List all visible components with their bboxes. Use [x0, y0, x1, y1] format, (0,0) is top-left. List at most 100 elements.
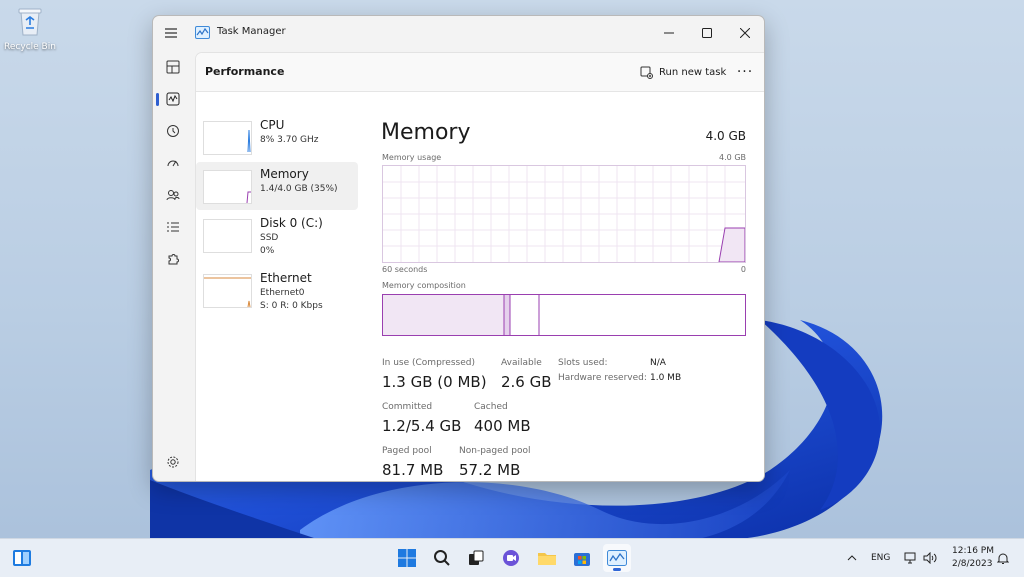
close-button[interactable]	[726, 16, 764, 50]
disk-mini-graph	[203, 219, 252, 253]
bell-icon	[997, 553, 1009, 564]
clock-date[interactable]: 2/8/2023	[952, 559, 992, 569]
nav-startup-apps[interactable]	[156, 150, 190, 176]
device-name: CPU	[260, 118, 285, 132]
volume-button[interactable]	[918, 544, 942, 572]
non-paged-pool-value: 57.2 MB	[459, 461, 521, 479]
language-indicator[interactable]: ENG	[871, 553, 890, 563]
store-button[interactable]	[568, 544, 596, 572]
show-hidden-icons-button[interactable]	[840, 544, 864, 572]
device-item-ethernet[interactable]: Ethernet Ethernet0 S: 0 R: 0 Kbps	[196, 266, 358, 314]
in-use-value: 1.3 GB (0 MB)	[382, 373, 487, 391]
device-name: Memory	[260, 167, 309, 181]
memory-composition-chart	[383, 295, 540, 335]
memory-total: 4.0 GB	[705, 129, 746, 143]
cpu-sparkline	[247, 129, 251, 153]
device-name: Disk 0 (C:)	[260, 216, 323, 230]
file-explorer-button[interactable]	[533, 544, 561, 572]
windows-logo-icon	[398, 549, 416, 567]
composition-modified	[504, 295, 510, 335]
cpu-mini-graph	[203, 121, 252, 155]
device-detail: SSD	[260, 233, 279, 243]
device-item-memory[interactable]: Memory 1.4/4.0 GB (35%)	[196, 162, 358, 210]
committed-value: 1.2/5.4 GB	[382, 417, 462, 435]
chat-icon	[503, 550, 519, 566]
window-title: Task Manager	[217, 26, 286, 37]
slots-used-label: Slots used:	[558, 358, 608, 368]
widgets-button[interactable]	[8, 544, 36, 572]
memory-composition-label: Memory composition	[382, 281, 466, 290]
device-item-cpu[interactable]: CPU 8% 3.70 GHz	[196, 113, 358, 161]
device-detail: 1.4/4.0 GB (35%)	[260, 184, 338, 194]
device-detail: Ethernet0	[260, 288, 305, 298]
details-list-icon	[167, 222, 179, 232]
hamburger-menu-icon[interactable]	[163, 25, 179, 41]
panel-header: Performance Run new task ···	[196, 53, 764, 92]
device-detail: 8% 3.70 GHz	[260, 135, 319, 145]
non-paged-pool-label: Non-paged pool	[459, 446, 531, 456]
cached-label: Cached	[474, 402, 508, 412]
hardware-reserved-value: 1.0 MB	[650, 373, 682, 383]
minimize-icon	[664, 32, 674, 34]
available-label: Available	[501, 358, 542, 368]
nav-settings[interactable]	[156, 449, 190, 475]
cached-value: 400 MB	[474, 417, 531, 435]
recycle-bin-label: Recycle Bin	[4, 42, 56, 52]
memory-mini-graph	[203, 170, 252, 204]
nav-services[interactable]	[156, 246, 190, 272]
notifications-button[interactable]	[992, 544, 1014, 572]
performance-panel: Performance Run new task ··· CPU 8% 3.70…	[195, 52, 764, 481]
run-new-task-label: Run new task	[659, 66, 727, 78]
widgets-icon	[13, 550, 31, 566]
hardware-reserved-label: Hardware reserved:	[558, 373, 647, 383]
nav-users[interactable]	[156, 182, 190, 208]
search-icon	[434, 550, 450, 566]
start-button[interactable]	[393, 544, 421, 572]
device-name: Ethernet	[260, 271, 312, 285]
clock-time[interactable]: 12:16 PM	[952, 546, 994, 556]
navigation-rail	[153, 50, 195, 481]
run-task-icon	[640, 66, 653, 79]
nav-app-history[interactable]	[156, 118, 190, 144]
recycle-bin-desktop-icon[interactable]: Recycle Bin	[4, 6, 56, 52]
chevron-up-icon	[847, 555, 857, 561]
maximize-button[interactable]	[688, 16, 726, 50]
title-bar[interactable]: Task Manager	[153, 16, 764, 50]
search-button[interactable]	[428, 544, 456, 572]
nav-details[interactable]	[156, 214, 190, 240]
time-axis-left: 60 seconds	[382, 265, 428, 274]
device-item-disk[interactable]: Disk 0 (C:) SSD 0%	[196, 211, 358, 259]
task-manager-app-icon	[195, 26, 210, 39]
task-manager-taskbar-button[interactable]	[603, 544, 631, 572]
composition-in-use	[383, 295, 504, 335]
performance-icon	[166, 92, 180, 106]
time-axis-right: 0	[740, 265, 746, 274]
task-view-button[interactable]	[462, 544, 490, 572]
run-new-task-button[interactable]: Run new task	[636, 61, 730, 83]
users-icon	[166, 190, 180, 201]
services-puzzle-icon	[168, 254, 179, 265]
speaker-icon	[923, 552, 937, 564]
folder-icon	[538, 553, 556, 565]
device-detail: S: 0 R: 0 Kbps	[260, 301, 323, 311]
startup-icon	[167, 160, 179, 167]
store-icon	[574, 553, 590, 566]
ethernet-sparkline	[204, 277, 251, 308]
in-use-label: In use (Compressed)	[382, 358, 475, 368]
history-icon	[167, 125, 179, 137]
memory-heading: Memory	[381, 120, 471, 145]
nav-processes[interactable]	[156, 54, 190, 80]
chat-button[interactable]	[497, 544, 525, 572]
network-icon	[904, 552, 916, 564]
task-manager-icon	[607, 550, 627, 566]
memory-sparkline	[246, 191, 251, 204]
more-options-button[interactable]: ···	[733, 61, 757, 83]
paged-pool-label: Paged pool	[382, 446, 432, 456]
gear-icon	[167, 456, 179, 468]
page-title: Performance	[205, 65, 285, 78]
task-manager-window: Task Manager Performance Run new task ··…	[152, 15, 765, 482]
taskbar: ENG 12:16 PM 2/8/2023	[0, 538, 1024, 577]
paged-pool-value: 81.7 MB	[382, 461, 444, 479]
nav-performance[interactable]	[156, 86, 190, 112]
minimize-button[interactable]	[650, 16, 688, 50]
